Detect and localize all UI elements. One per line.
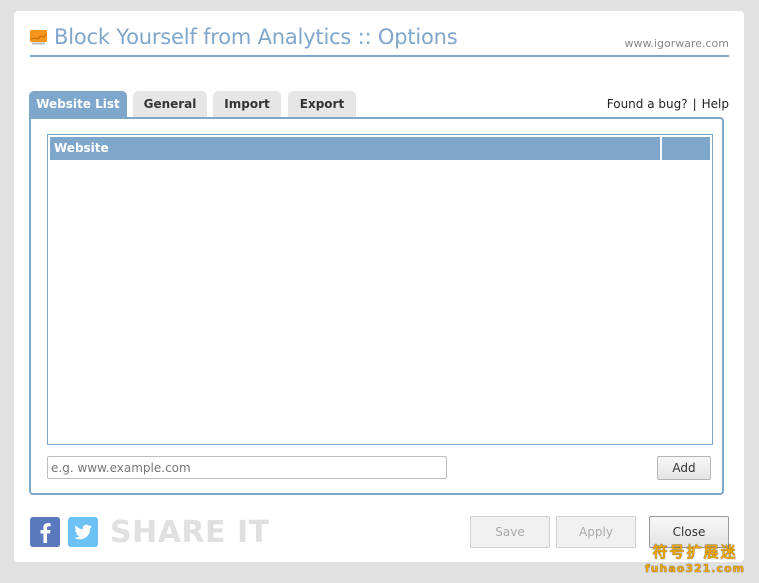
options-window: Block Yourself from Analytics :: Options… — [14, 11, 744, 562]
table-header: Website — [50, 137, 710, 160]
facebook-icon[interactable] — [30, 517, 60, 547]
column-header-actions — [662, 137, 710, 160]
header: Block Yourself from Analytics :: Options… — [30, 25, 729, 57]
watermark: 符号扩展迷 fuhao321.com — [645, 541, 745, 575]
save-button[interactable]: Save — [470, 516, 550, 548]
help-link[interactable]: Help — [702, 97, 729, 111]
link-separator: | — [692, 97, 697, 111]
tab-export[interactable]: Export — [288, 91, 356, 117]
watermark-url: fuhao321.com — [644, 562, 745, 575]
found-bug-link[interactable]: Found a bug? — [607, 97, 688, 111]
tab-general[interactable]: General — [133, 91, 207, 117]
tab-website-list[interactable]: Website List — [29, 91, 127, 117]
website-list-panel: Website Add — [29, 117, 724, 495]
share-it-label: SHARE IT — [110, 515, 270, 550]
analytics-icon — [30, 30, 47, 45]
apply-button[interactable]: Apply — [556, 516, 636, 548]
add-button[interactable]: Add — [657, 456, 711, 480]
page-title: Block Yourself from Analytics :: Options — [54, 25, 458, 49]
twitter-icon[interactable] — [68, 517, 98, 547]
top-links: Found a bug? | Help — [607, 97, 729, 111]
watermark-cn: 符号扩展迷 — [652, 543, 738, 561]
igorware-link[interactable]: www.igorware.com — [624, 37, 729, 50]
tab-import[interactable]: Import — [213, 91, 281, 117]
column-header-website[interactable]: Website — [50, 137, 660, 160]
website-table[interactable]: Website — [47, 134, 713, 445]
website-input[interactable] — [47, 456, 447, 479]
